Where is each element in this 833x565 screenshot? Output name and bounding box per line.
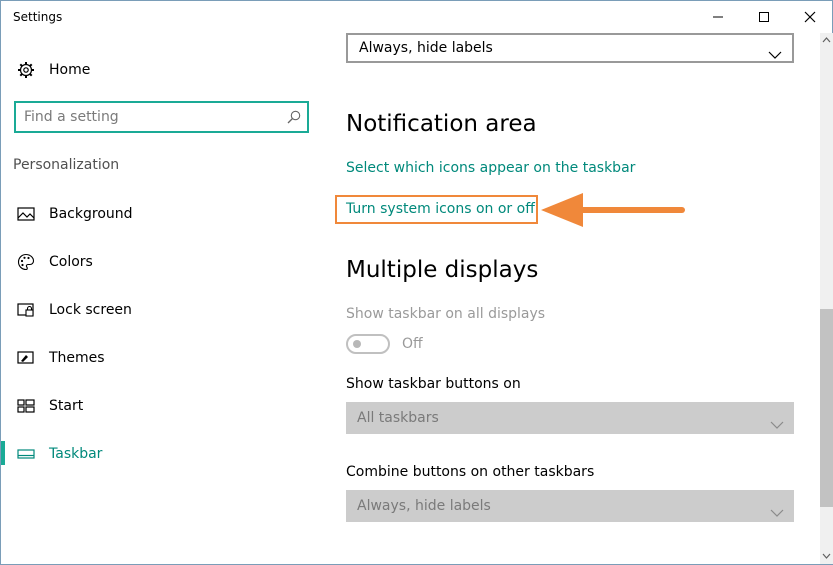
search-icon[interactable] [287, 109, 301, 128]
annotation-arrow-icon [541, 193, 685, 227]
multiple-displays-heading: Multiple displays [346, 257, 539, 283]
show-taskbar-all-displays-label: Show taskbar on all displays [346, 306, 546, 322]
section-label-personalization: Personalization [13, 157, 120, 173]
dropdown-value: All taskbars [357, 410, 439, 426]
sidebar-item-label: Start [49, 398, 84, 414]
sidebar-item-label: Themes [49, 350, 105, 366]
combine-buttons-dropdown[interactable]: Always, hide labels [346, 33, 794, 63]
show-taskbar-all-displays-toggle[interactable] [346, 334, 390, 354]
lock-screen-icon [16, 300, 36, 320]
combine-buttons-other-taskbars-dropdown[interactable]: Always, hide labels [346, 490, 794, 522]
select-taskbar-icons-link[interactable]: Select which icons appear on the taskbar [346, 160, 635, 176]
scroll-down-icon[interactable] [821, 551, 832, 561]
window-title: Settings [13, 10, 63, 24]
show-taskbar-buttons-on-dropdown[interactable]: All taskbars [346, 402, 794, 434]
combine-buttons-other-taskbars-label: Combine buttons on other taskbars [346, 464, 595, 480]
active-indicator [1, 441, 5, 465]
gear-icon [16, 60, 36, 80]
sidebar-item-colors[interactable]: Colors [16, 247, 316, 277]
sidebar-item-label: Lock screen [49, 302, 132, 318]
scrollbar-thumb[interactable] [820, 309, 833, 507]
notification-area-heading: Notification area [346, 111, 537, 137]
minimize-icon [713, 16, 723, 18]
brush-icon [16, 348, 36, 368]
search-input[interactable] [24, 107, 279, 127]
taskbar-icon [16, 444, 36, 464]
show-taskbar-buttons-on-label: Show taskbar buttons on [346, 376, 521, 392]
close-icon [804, 11, 816, 23]
settings-window: Settings Home Find a setting Personaliza… [0, 0, 833, 565]
home-nav-item[interactable]: Home [16, 56, 316, 84]
maximize-icon [759, 12, 769, 22]
home-label: Home [49, 62, 91, 78]
search-box[interactable] [14, 101, 309, 133]
maximize-button[interactable] [741, 1, 787, 33]
sidebar-item-label: Background [49, 206, 133, 222]
minimize-button[interactable] [695, 1, 741, 33]
sidebar-item-themes[interactable]: Themes [16, 343, 316, 373]
close-button[interactable] [787, 1, 833, 33]
palette-icon [16, 252, 36, 272]
chevron-down-icon [770, 414, 784, 433]
sidebar-item-lock-screen[interactable]: Lock screen [16, 295, 316, 325]
sidebar-item-label: Taskbar [49, 446, 103, 462]
chevron-down-icon [770, 502, 784, 521]
chevron-down-icon [768, 44, 782, 63]
toggle-knob [353, 340, 361, 348]
turn-system-icons-link[interactable]: Turn system icons on or off [346, 201, 535, 217]
picture-icon [16, 204, 36, 224]
scroll-up-icon[interactable] [821, 35, 832, 45]
sidebar-item-start[interactable]: Start [16, 391, 316, 421]
dropdown-value: Always, hide labels [359, 40, 493, 56]
toggle-state-text: Off [402, 336, 423, 352]
title-bar: Settings [1, 1, 833, 33]
sidebar-item-label: Colors [49, 254, 93, 270]
sidebar-item-background[interactable]: Background [16, 199, 316, 229]
dropdown-value: Always, hide labels [357, 498, 491, 514]
sidebar-item-taskbar[interactable]: Taskbar [16, 439, 316, 469]
start-tiles-icon [16, 396, 36, 416]
